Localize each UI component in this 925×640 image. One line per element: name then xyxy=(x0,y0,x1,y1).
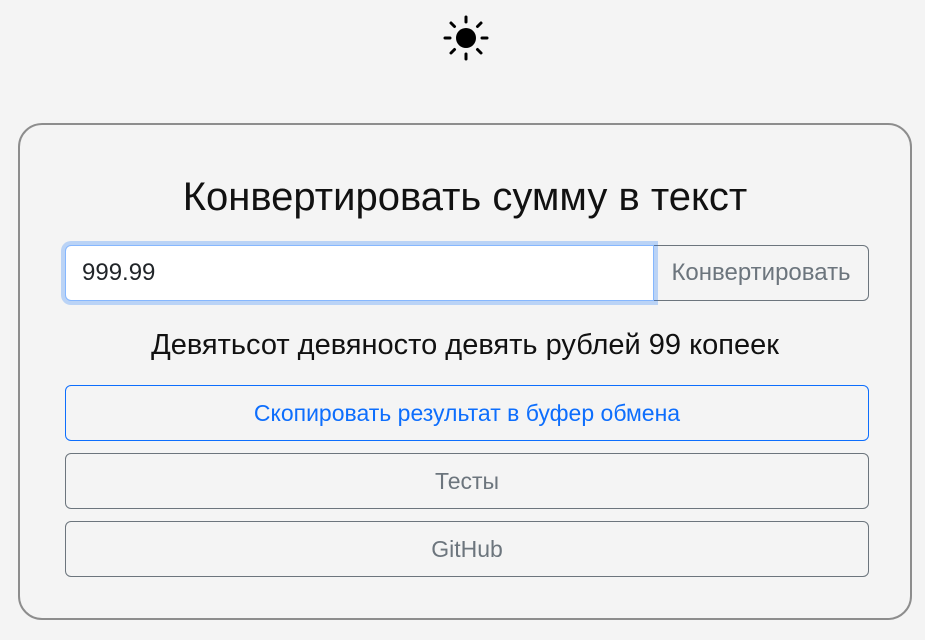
sun-icon xyxy=(443,15,489,61)
copy-result-button[interactable]: Скопировать результат в буфер обмена xyxy=(65,385,869,441)
result-text: Девятьсот девяносто девять рублей 99 коп… xyxy=(151,329,779,361)
converter-card: Конвертировать сумму в текст Конвертиров… xyxy=(18,123,912,620)
page-title: Конвертировать сумму в текст xyxy=(182,175,748,219)
amount-input[interactable] xyxy=(65,245,654,301)
theme-toggle-button[interactable] xyxy=(441,14,491,62)
amount-input-group: Конвертировать xyxy=(65,245,869,301)
tests-button[interactable]: Тесты xyxy=(65,453,869,509)
github-button[interactable]: GitHub xyxy=(65,521,869,577)
convert-button[interactable]: Конвертировать xyxy=(654,245,869,301)
